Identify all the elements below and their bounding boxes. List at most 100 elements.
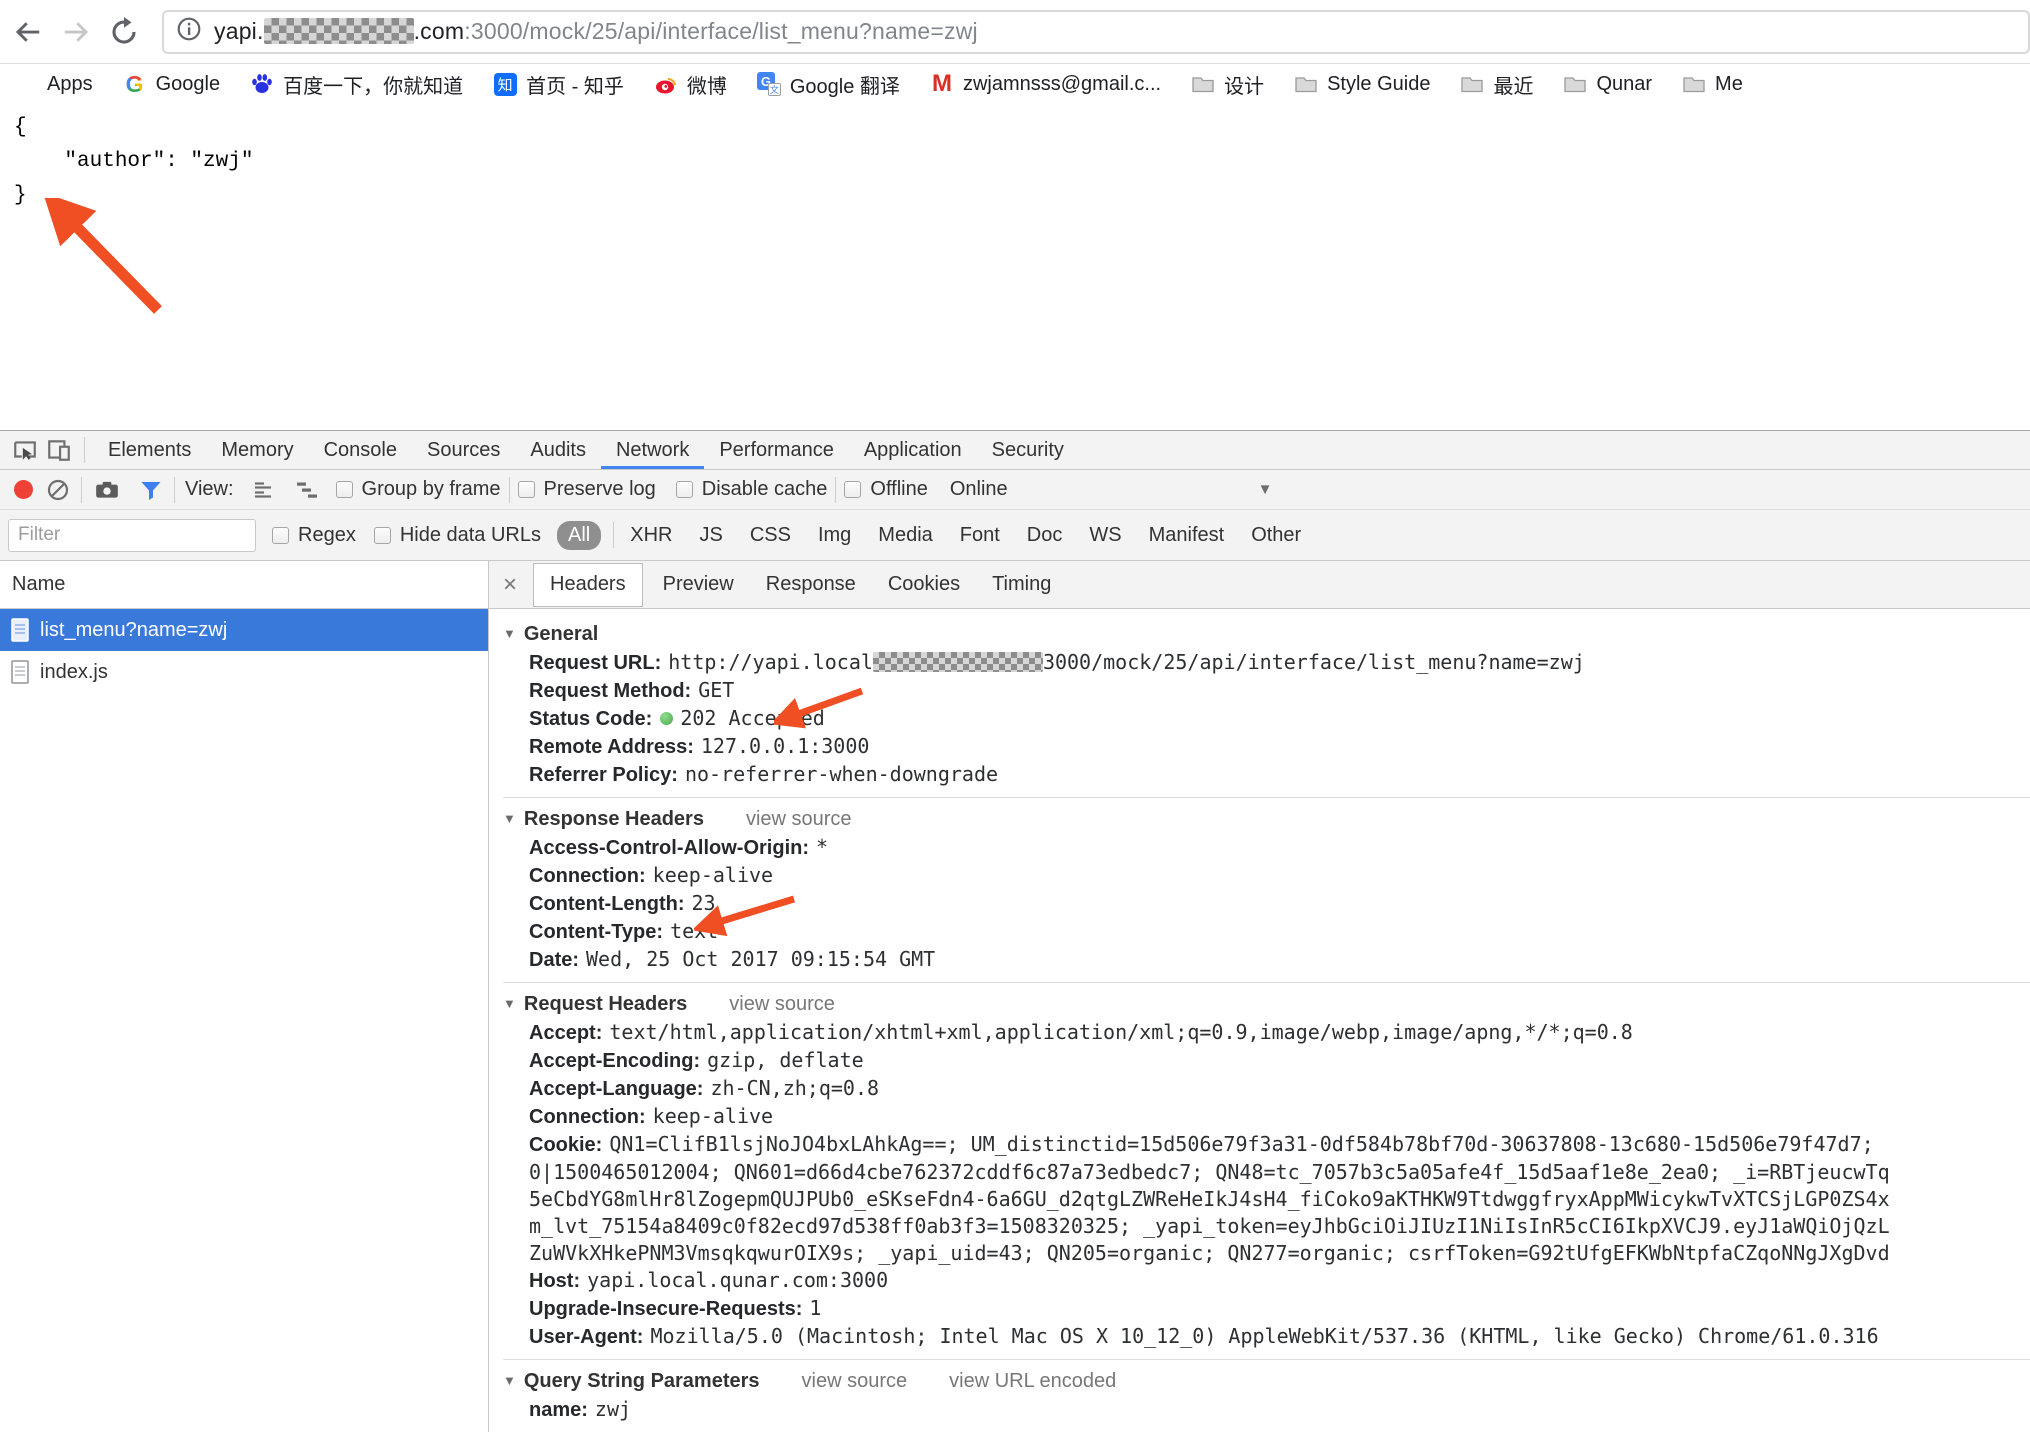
header-row-request-method: Request Method:GET	[503, 677, 2030, 705]
back-icon[interactable]	[12, 16, 44, 48]
devtools-tab-console[interactable]: Console	[309, 431, 412, 469]
filter-type-ws[interactable]: WS	[1089, 524, 1121, 547]
devtools-tab-audits[interactable]: Audits	[515, 431, 601, 469]
devtools-tab-security[interactable]: Security	[977, 431, 1079, 469]
general-section-title: General	[524, 619, 598, 649]
record-icon[interactable]	[14, 480, 33, 499]
query-string-section: ▼ Query String Parameters view source vi…	[503, 1360, 2030, 1432]
bookmark-weibo[interactable]: 微博	[654, 70, 727, 99]
filter-input[interactable]	[8, 519, 256, 552]
devtools-tab-elements[interactable]: Elements	[93, 431, 206, 469]
folder-icon	[1682, 72, 1706, 96]
filter-funnel-icon[interactable]	[136, 476, 166, 504]
bookmark-folder-design[interactable]: 设计	[1191, 70, 1264, 99]
devtools-tab-memory[interactable]: Memory	[206, 431, 308, 469]
bookmark-folder-qunar[interactable]: Qunar	[1563, 72, 1652, 96]
disable-cache-checkbox[interactable]	[676, 481, 693, 498]
disclosure-triangle-icon[interactable]: ▼	[503, 804, 516, 834]
bookmark-google[interactable]: G Google	[123, 72, 221, 96]
regex-checkbox[interactable]	[272, 527, 289, 544]
request-row-list-menu[interactable]: list_menu?name=zwj	[0, 609, 488, 651]
reload-icon[interactable]	[108, 16, 140, 48]
cookie-continuation-line: 0|1500465012004; QN601=d66d4cbe762372cdd…	[503, 1159, 2030, 1186]
detail-tab-cookies[interactable]: Cookies	[872, 561, 976, 609]
bookmark-baidu[interactable]: 百度一下，你就知道	[250, 70, 463, 99]
name-column-header[interactable]: Name	[0, 561, 488, 609]
status-green-dot-icon	[660, 712, 673, 725]
devtools-tab-sources[interactable]: Sources	[412, 431, 515, 469]
screenshot-camera-icon[interactable]	[92, 476, 122, 504]
google-translate-icon: G 文	[757, 72, 781, 96]
devtools-panel: Elements Memory Console Sources Audits N…	[0, 430, 2030, 1432]
filter-type-media[interactable]: Media	[878, 524, 932, 547]
view-url-encoded-link[interactable]: view URL encoded	[949, 1366, 1116, 1396]
hide-data-urls-checkbox[interactable]	[374, 527, 391, 544]
bookmark-google-translate[interactable]: G 文 Google 翻译	[757, 70, 900, 99]
device-toolbar-icon[interactable]	[42, 435, 76, 465]
bookmarks-bar: Apps G Google 百度一下，你就知道 知 首页 - 知乎	[0, 65, 2030, 103]
detail-tab-timing[interactable]: Timing	[976, 561, 1067, 609]
page-info-icon[interactable]	[176, 16, 202, 47]
request-row-index-js[interactable]: index.js	[0, 651, 488, 693]
filter-type-all[interactable]: All	[557, 521, 601, 550]
filter-type-doc[interactable]: Doc	[1027, 524, 1063, 547]
json-response-body: { "author": "zwj" }	[14, 111, 253, 213]
divider	[174, 477, 175, 503]
throttling-select[interactable]: Online	[950, 478, 1008, 501]
close-icon[interactable]: ×	[493, 571, 527, 599]
disclosure-triangle-icon[interactable]: ▼	[503, 619, 516, 649]
header-row: Accept:text/html,application/xhtml+xml,a…	[503, 1019, 2030, 1047]
bookmark-folder-style-guide[interactable]: Style Guide	[1294, 72, 1430, 96]
filter-type-font[interactable]: Font	[960, 524, 1000, 547]
header-row: Accept-Language:zh-CN,zh;q=0.8	[503, 1075, 2030, 1103]
offline-label: Offline	[870, 478, 927, 501]
header-row: Access-Control-Allow-Origin:*	[503, 834, 2030, 862]
show-overview-waterfall-icon[interactable]	[292, 476, 322, 504]
response-headers-title: Response Headers	[524, 804, 704, 834]
view-source-link[interactable]: view source	[729, 989, 835, 1019]
address-bar[interactable]: yapi..com:3000/mock/25/api/interface/lis…	[162, 10, 2030, 54]
header-row: Date:Wed, 25 Oct 2017 09:15:54 GMT	[503, 946, 2030, 974]
devtools-tab-network[interactable]: Network	[601, 431, 704, 469]
filter-type-manifest[interactable]: Manifest	[1149, 524, 1225, 547]
divider	[84, 437, 85, 463]
detail-tab-response[interactable]: Response	[750, 561, 872, 609]
filter-type-img[interactable]: Img	[818, 524, 851, 547]
large-request-rows-icon[interactable]	[248, 476, 278, 504]
bookmark-zhihu[interactable]: 知 首页 - 知乎	[493, 70, 624, 99]
filter-type-xhr[interactable]: XHR	[630, 524, 672, 547]
regex-label: Regex	[298, 524, 356, 547]
header-row: Connection:keep-alive	[503, 862, 2030, 890]
preserve-log-checkbox[interactable]	[518, 481, 535, 498]
response-headers-section: ▼ Response Headers view source Access-Co…	[503, 798, 2030, 983]
baidu-paw-icon	[250, 72, 274, 96]
detail-tab-preview[interactable]: Preview	[647, 561, 750, 609]
devtools-tab-application[interactable]: Application	[849, 431, 977, 469]
folder-icon	[1460, 72, 1484, 96]
preserve-log-label: Preserve log	[544, 478, 656, 501]
request-headers-section: ▼ Request Headers view source Accept:tex…	[503, 983, 2030, 1360]
chevron-down-icon[interactable]: ▼	[1258, 481, 1273, 498]
filter-type-other[interactable]: Other	[1251, 524, 1301, 547]
offline-checkbox[interactable]	[844, 481, 861, 498]
bookmark-apps[interactable]: Apps	[14, 72, 93, 96]
bookmark-gmail[interactable]: M zwjamnsss@gmail.c...	[930, 72, 1161, 96]
header-row: Upgrade-Insecure-Requests:1	[503, 1295, 2030, 1323]
disclosure-triangle-icon[interactable]: ▼	[503, 989, 516, 1019]
inspect-element-icon[interactable]	[8, 435, 42, 465]
filter-type-js[interactable]: JS	[699, 524, 722, 547]
forward-icon[interactable]	[60, 16, 92, 48]
group-by-frame-checkbox[interactable]	[336, 481, 353, 498]
header-row-request-url: Request URL:http://yapi.local3000/mock/2…	[503, 649, 2030, 677]
header-row-referrer-policy: Referrer Policy:no-referrer-when-downgra…	[503, 761, 2030, 789]
detail-tab-headers[interactable]: Headers	[533, 563, 643, 607]
header-row-remote-address: Remote Address:127.0.0.1:3000	[503, 733, 2030, 761]
view-source-link[interactable]: view source	[746, 804, 852, 834]
devtools-tab-performance[interactable]: Performance	[704, 431, 849, 469]
disclosure-triangle-icon[interactable]: ▼	[503, 1366, 516, 1396]
clear-icon[interactable]	[43, 476, 73, 504]
filter-type-css[interactable]: CSS	[750, 524, 791, 547]
view-source-link[interactable]: view source	[802, 1366, 908, 1396]
bookmark-folder-me[interactable]: Me	[1682, 72, 1743, 96]
bookmark-folder-recent[interactable]: 最近	[1460, 70, 1533, 99]
